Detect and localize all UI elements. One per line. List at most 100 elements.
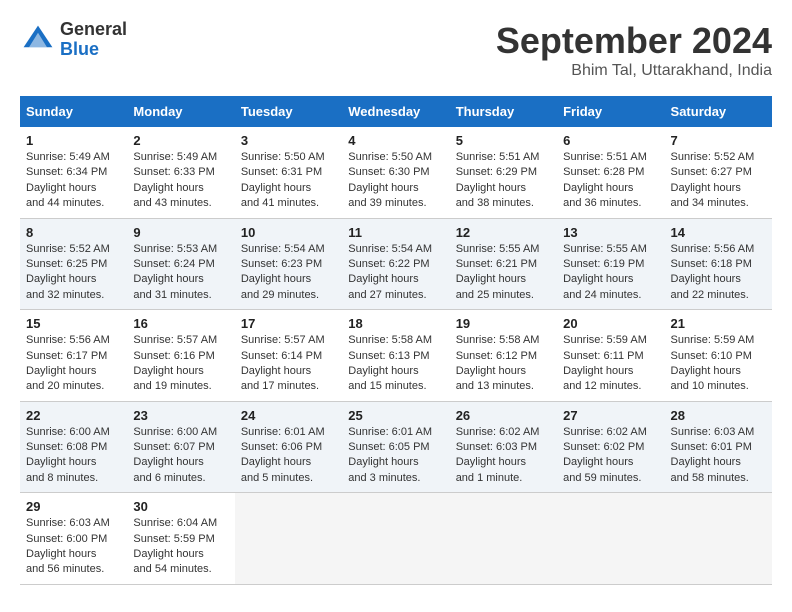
day-info: Sunrise: 5:56 AMSunset: 6:18 PMDaylight …	[671, 242, 766, 304]
calendar-cell: 17 Sunrise: 5:57 AMSunset: 6:14 PMDayligh…	[235, 310, 342, 402]
day-info: Sunrise: 6:04 AMSunset: 5:59 PMDaylight …	[133, 516, 228, 578]
calendar-cell: 21 Sunrise: 5:59 AMSunset: 6:10 PMDayligh…	[665, 310, 772, 402]
day-number: 11	[348, 225, 443, 240]
day-number: 24	[241, 408, 336, 423]
day-number: 13	[563, 225, 658, 240]
calendar-cell: 11 Sunrise: 5:54 AMSunset: 6:22 PMDayligh…	[342, 218, 449, 310]
calendar-cell: 15 Sunrise: 5:56 AMSunset: 6:17 PMDayligh…	[20, 310, 127, 402]
day-number: 10	[241, 225, 336, 240]
day-info: Sunrise: 5:49 AMSunset: 6:33 PMDaylight …	[133, 150, 228, 212]
day-number: 17	[241, 316, 336, 331]
calendar-cell: 8 Sunrise: 5:52 AMSunset: 6:25 PMDaylight…	[20, 218, 127, 310]
calendar-cell	[557, 493, 664, 585]
title-area: September 2024 Bhim Tal, Uttarakhand, In…	[496, 20, 772, 80]
calendar-cell: 27 Sunrise: 6:02 AMSunset: 6:02 PMDayligh…	[557, 401, 664, 493]
day-number: 8	[26, 225, 121, 240]
header-tuesday: Tuesday	[235, 96, 342, 127]
logo-blue: Blue	[60, 40, 127, 60]
calendar-cell: 9 Sunrise: 5:53 AMSunset: 6:24 PMDaylight…	[127, 218, 234, 310]
calendar-cell	[235, 493, 342, 585]
calendar-cell: 20 Sunrise: 5:59 AMSunset: 6:11 PMDayligh…	[557, 310, 664, 402]
day-number: 9	[133, 225, 228, 240]
day-number: 12	[456, 225, 551, 240]
day-number: 6	[563, 133, 658, 148]
calendar-cell: 4 Sunrise: 5:50 AMSunset: 6:30 PMDaylight…	[342, 127, 449, 218]
day-info: Sunrise: 5:50 AMSunset: 6:30 PMDaylight …	[348, 150, 443, 212]
day-info: Sunrise: 5:53 AMSunset: 6:24 PMDaylight …	[133, 242, 228, 304]
calendar-cell	[665, 493, 772, 585]
day-info: Sunrise: 6:01 AMSunset: 6:06 PMDaylight …	[241, 425, 336, 487]
calendar-header-row: SundayMondayTuesdayWednesdayThursdayFrid…	[20, 96, 772, 127]
day-number: 7	[671, 133, 766, 148]
day-number: 14	[671, 225, 766, 240]
day-number: 23	[133, 408, 228, 423]
day-info: Sunrise: 6:00 AMSunset: 6:08 PMDaylight …	[26, 425, 121, 487]
day-info: Sunrise: 5:56 AMSunset: 6:17 PMDaylight …	[26, 333, 121, 395]
calendar-cell	[342, 493, 449, 585]
header-thursday: Thursday	[450, 96, 557, 127]
calendar-cell: 23Sunrise: 6:00 AMSunset: 6:07 PMDayligh…	[127, 401, 234, 493]
day-number: 21	[671, 316, 766, 331]
day-info: Sunrise: 6:03 AMSunset: 6:00 PMDaylight …	[26, 516, 121, 578]
month-title: September 2024	[496, 20, 772, 62]
calendar-cell: 3Sunrise: 5:50 AMSunset: 6:31 PMDaylight…	[235, 127, 342, 218]
day-number: 4	[348, 133, 443, 148]
day-number: 26	[456, 408, 551, 423]
day-info: Sunrise: 6:01 AMSunset: 6:05 PMDaylight …	[348, 425, 443, 487]
calendar-cell: 7 Sunrise: 5:52 AMSunset: 6:27 PMDaylight…	[665, 127, 772, 218]
day-number: 28	[671, 408, 766, 423]
header-wednesday: Wednesday	[342, 96, 449, 127]
calendar-cell: 1 Sunrise: 5:49 AMSunset: 6:34 PMDaylight…	[20, 127, 127, 218]
calendar-cell: 2 Sunrise: 5:49 AMSunset: 6:33 PMDaylight…	[127, 127, 234, 218]
day-info: Sunrise: 6:03 AMSunset: 6:01 PMDaylight …	[671, 425, 766, 487]
calendar-cell: 26 Sunrise: 6:02 AMSunset: 6:03 PMDayligh…	[450, 401, 557, 493]
day-info: Sunrise: 5:57 AMSunset: 6:14 PMDaylight …	[241, 333, 336, 395]
day-number: 25	[348, 408, 443, 423]
calendar-cell: 24 Sunrise: 6:01 AMSunset: 6:06 PMDayligh…	[235, 401, 342, 493]
calendar-cell: 13 Sunrise: 5:55 AMSunset: 6:19 PMDayligh…	[557, 218, 664, 310]
day-info: Sunrise: 5:59 AMSunset: 6:10 PMDaylight …	[671, 333, 766, 395]
calendar-week-row: 29 Sunrise: 6:03 AMSunset: 6:00 PMDayligh…	[20, 493, 772, 585]
header-sunday: Sunday	[20, 96, 127, 127]
day-number: 20	[563, 316, 658, 331]
calendar-table: SundayMondayTuesdayWednesdayThursdayFrid…	[20, 96, 772, 585]
day-number: 30	[133, 499, 228, 514]
day-info: Sunrise: 5:59 AMSunset: 6:11 PMDaylight …	[563, 333, 658, 395]
day-number: 27	[563, 408, 658, 423]
day-info: Sunrise: 6:02 AMSunset: 6:03 PMDaylight …	[456, 425, 551, 487]
day-info: Sunrise: 5:55 AMSunset: 6:21 PMDaylight …	[456, 242, 551, 304]
logo-text: General Blue	[60, 20, 127, 60]
logo-icon	[20, 22, 56, 58]
day-number: 1	[26, 133, 121, 148]
header-friday: Friday	[557, 96, 664, 127]
day-number: 16	[133, 316, 228, 331]
day-info: Sunrise: 5:58 AMSunset: 6:12 PMDaylight …	[456, 333, 551, 395]
calendar-week-row: 1 Sunrise: 5:49 AMSunset: 6:34 PMDaylight…	[20, 127, 772, 218]
calendar-cell: 12 Sunrise: 5:55 AMSunset: 6:21 PMDayligh…	[450, 218, 557, 310]
calendar-cell: 5Sunrise: 5:51 AMSunset: 6:29 PMDaylight…	[450, 127, 557, 218]
calendar-cell: 28 Sunrise: 6:03 AMSunset: 6:01 PMDayligh…	[665, 401, 772, 493]
day-number: 15	[26, 316, 121, 331]
day-number: 19	[456, 316, 551, 331]
day-info: Sunrise: 5:49 AMSunset: 6:34 PMDaylight …	[26, 150, 121, 212]
day-info: Sunrise: 6:02 AMSunset: 6:02 PMDaylight …	[563, 425, 658, 487]
calendar-cell: 16Sunrise: 5:57 AMSunset: 6:16 PMDayligh…	[127, 310, 234, 402]
day-info: Sunrise: 5:52 AMSunset: 6:25 PMDaylight …	[26, 242, 121, 304]
calendar-cell: 19 Sunrise: 5:58 AMSunset: 6:12 PMDayligh…	[450, 310, 557, 402]
calendar-week-row: 22Sunrise: 6:00 AMSunset: 6:08 PMDayligh…	[20, 401, 772, 493]
day-number: 18	[348, 316, 443, 331]
page-header: General Blue September 2024 Bhim Tal, Ut…	[20, 20, 772, 80]
day-number: 29	[26, 499, 121, 514]
day-number: 2	[133, 133, 228, 148]
day-info: Sunrise: 5:50 AMSunset: 6:31 PMDaylight …	[241, 150, 336, 212]
day-info: Sunrise: 5:51 AMSunset: 6:28 PMDaylight …	[563, 150, 658, 212]
logo-general: General	[60, 20, 127, 40]
calendar-cell: 22Sunrise: 6:00 AMSunset: 6:08 PMDayligh…	[20, 401, 127, 493]
day-info: Sunrise: 5:54 AMSunset: 6:22 PMDaylight …	[348, 242, 443, 304]
day-info: Sunrise: 5:55 AMSunset: 6:19 PMDaylight …	[563, 242, 658, 304]
calendar-cell: 29 Sunrise: 6:03 AMSunset: 6:00 PMDayligh…	[20, 493, 127, 585]
day-info: Sunrise: 5:52 AMSunset: 6:27 PMDaylight …	[671, 150, 766, 212]
calendar-week-row: 15 Sunrise: 5:56 AMSunset: 6:17 PMDayligh…	[20, 310, 772, 402]
day-info: Sunrise: 5:58 AMSunset: 6:13 PMDaylight …	[348, 333, 443, 395]
day-number: 5	[456, 133, 551, 148]
